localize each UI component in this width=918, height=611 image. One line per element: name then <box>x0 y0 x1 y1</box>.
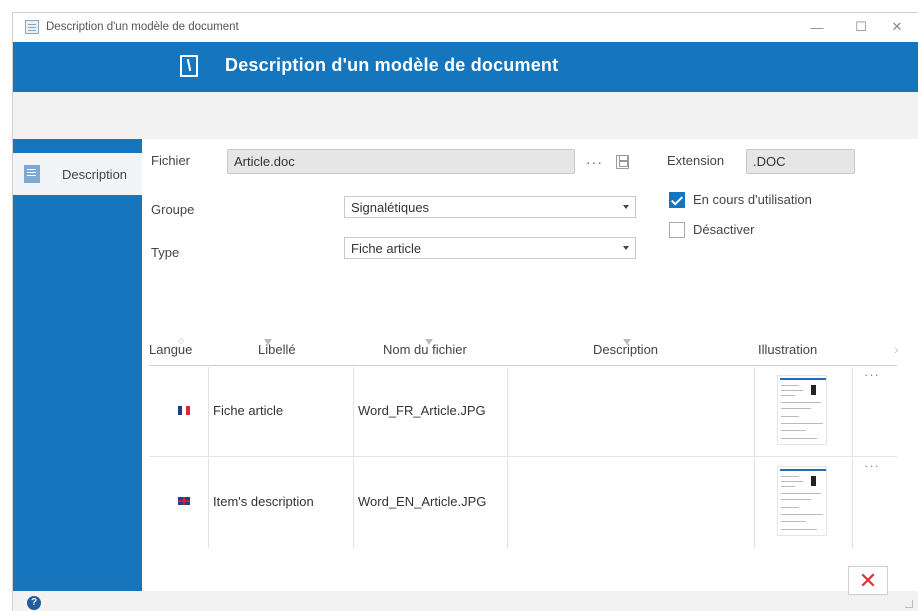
row-menu-button[interactable]: ··· <box>864 367 880 382</box>
chevron-down-icon <box>623 246 629 250</box>
header-banner: Description d'un modèle de document <box>13 42 918 92</box>
cell-divider <box>852 458 853 548</box>
cell-divider <box>353 458 354 548</box>
languages-table: ◇ Langue Libellé Nom du fichier Descript… <box>149 331 911 553</box>
cell-divider <box>507 458 508 548</box>
column-header-description[interactable]: Description <box>593 339 658 357</box>
column-header-langue[interactable]: ◇ Langue <box>149 336 192 357</box>
save-icon[interactable] <box>616 155 629 169</box>
illustration-thumbnail[interactable] <box>777 375 827 445</box>
toolbar-strip <box>13 92 918 139</box>
groupe-label: Groupe <box>151 202 195 217</box>
window-title: Description d'un modèle de document <box>46 21 239 33</box>
column-header-nom-fichier[interactable]: Nom du fichier <box>383 339 467 357</box>
resize-grip-icon[interactable] <box>905 600 913 608</box>
cell-divider <box>507 367 508 457</box>
title-bar: Description d'un modèle de document — ☐ … <box>13 13 918 41</box>
window-close-button[interactable]: ✕ <box>875 13 918 41</box>
desactiver-checkbox[interactable] <box>669 222 685 238</box>
sort-icon: ◇ <box>178 336 185 345</box>
cell-libelle[interactable]: Fiche article <box>213 403 283 418</box>
column-header-libelle[interactable]: Libellé <box>258 339 296 357</box>
en-cours-label: En cours d'utilisation <box>693 192 812 207</box>
table-row[interactable]: Item's description Word_EN_Article.JPG ·… <box>149 458 897 548</box>
flag-uk-icon <box>178 497 190 505</box>
browse-file-button[interactable]: ··· <box>586 154 603 170</box>
desactiver-label: Désactiver <box>693 222 755 237</box>
document-edit-icon <box>24 165 40 183</box>
cell-divider <box>208 458 209 548</box>
filter-icon <box>264 339 272 345</box>
fichier-label: Fichier <box>151 153 191 168</box>
cell-nom-fichier[interactable]: Word_EN_Article.JPG <box>358 494 486 509</box>
cell-divider <box>754 458 755 548</box>
groupe-value: Signalétiques <box>351 200 430 215</box>
type-select[interactable]: Fiche article <box>344 237 636 259</box>
sidebar: Description <box>13 139 142 591</box>
cell-divider <box>852 367 853 457</box>
flag-fr-icon <box>178 406 190 415</box>
cell-divider <box>754 367 755 457</box>
table-row[interactable]: Fiche article Word_FR_Article.JPG ··· <box>149 367 897 457</box>
cell-divider <box>208 367 209 457</box>
illustration-thumbnail[interactable] <box>777 466 827 536</box>
groupe-select[interactable]: Signalétiques <box>344 196 636 218</box>
row-menu-button[interactable]: ··· <box>864 458 880 473</box>
status-bar: ? <box>13 591 918 611</box>
document-icon <box>180 55 198 77</box>
cell-divider <box>353 367 354 457</box>
cell-libelle[interactable]: Item's description <box>213 494 314 509</box>
table-header: ◇ Langue Libellé Nom du fichier Descript… <box>149 331 899 366</box>
chevron-down-icon <box>623 205 629 209</box>
en-cours-checkbox[interactable] <box>669 192 685 208</box>
banner-title: Description d'un modèle de document <box>225 55 559 75</box>
cell-nom-fichier[interactable]: Word_FR_Article.JPG <box>358 403 486 418</box>
help-icon[interactable]: ? <box>27 596 41 610</box>
close-dialog-button[interactable]: ✕ <box>848 566 888 595</box>
fichier-field[interactable]: Article.doc <box>227 149 575 174</box>
sidebar-item-description[interactable]: Description <box>13 153 142 195</box>
type-label: Type <box>151 245 180 260</box>
filter-icon <box>623 339 631 345</box>
window-app-icon <box>25 20 39 34</box>
minimize-button[interactable]: — <box>795 13 839 41</box>
extension-label: Extension <box>667 153 725 168</box>
column-header-illustration[interactable]: Illustration <box>758 342 817 357</box>
sidebar-item-label: Description <box>62 166 128 182</box>
filter-icon <box>425 339 433 345</box>
chevron-right-icon[interactable]: › <box>894 341 899 357</box>
extension-field[interactable]: .DOC <box>746 149 855 174</box>
type-value: Fiche article <box>351 241 422 256</box>
dialog-window: Description d'un modèle de document — ☐ … <box>12 12 918 611</box>
